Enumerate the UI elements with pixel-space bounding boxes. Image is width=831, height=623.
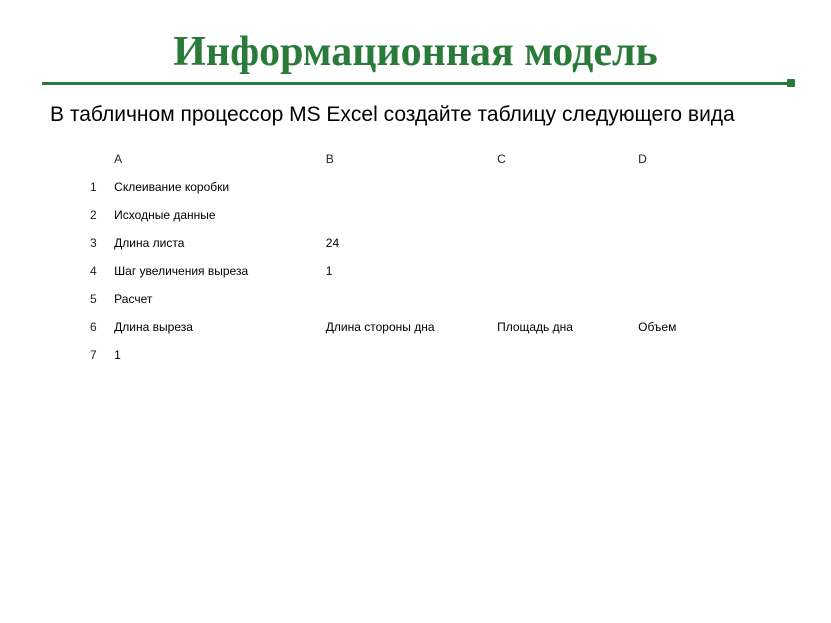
cell-a1: Склеивание коробки — [110, 173, 322, 201]
col-header-a: A — [110, 145, 322, 173]
cell-a7: 1 — [110, 341, 322, 369]
slide-subtitle: В табличном процессор MS Excel создайте … — [0, 103, 831, 145]
cell-d6: Объем — [634, 313, 745, 341]
cell-a3: Длина листа — [110, 229, 322, 257]
cell-a4: Шаг увеличения выреза — [110, 257, 322, 285]
col-header-c: C — [493, 145, 634, 173]
cell-b3: 24 — [322, 229, 493, 257]
table-row: 6 Длина выреза Длина стороны дна Площадь… — [86, 313, 745, 341]
cell-a6: Длина выреза — [110, 313, 322, 341]
spreadsheet-table: A B C D 1 Склеивание коробки 2 Исходные … — [86, 145, 745, 369]
row-num: 6 — [86, 313, 110, 341]
row-num: 2 — [86, 201, 110, 229]
table-row: 3 Длина листа 24 — [86, 229, 745, 257]
cell-b4: 1 — [322, 257, 493, 285]
cell-a5: Расчет — [110, 285, 322, 313]
cell-c6: Площадь дна — [493, 313, 634, 341]
row-num: 3 — [86, 229, 110, 257]
slide-title: Информационная модель — [0, 0, 831, 82]
cell-a2: Исходные данные — [110, 201, 322, 229]
table-row: 4 Шаг увеличения выреза 1 — [86, 257, 745, 285]
column-header-row: A B C D — [86, 145, 745, 173]
rule-endpoint-square — [787, 79, 795, 87]
horizontal-rule — [42, 82, 789, 85]
cell-b6: Длина стороны дна — [322, 313, 493, 341]
table-row: 5 Расчет — [86, 285, 745, 313]
table-row: 1 Склеивание коробки — [86, 173, 745, 201]
table-row: 2 Исходные данные — [86, 201, 745, 229]
row-num: 7 — [86, 341, 110, 369]
row-num: 4 — [86, 257, 110, 285]
col-header-b: B — [322, 145, 493, 173]
table-row: 7 1 — [86, 341, 745, 369]
row-num: 5 — [86, 285, 110, 313]
row-num: 1 — [86, 173, 110, 201]
col-header-d: D — [634, 145, 745, 173]
